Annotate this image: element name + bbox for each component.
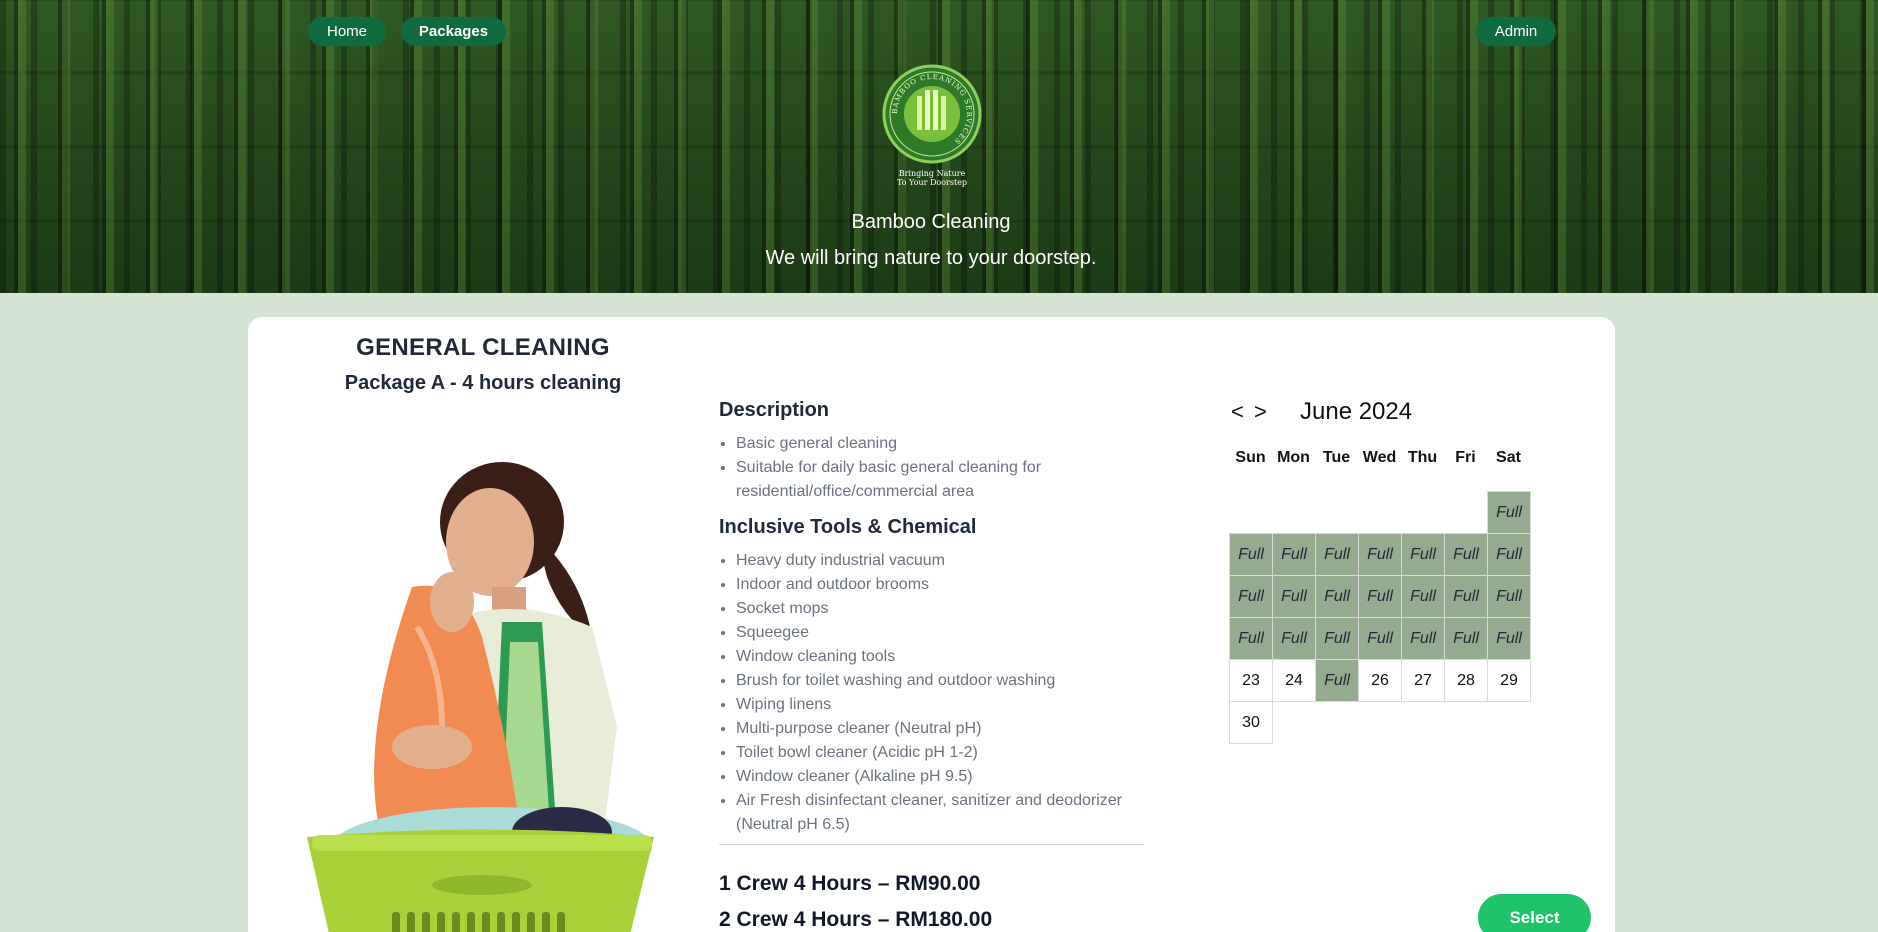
- list-item: Socket mops: [736, 597, 1146, 621]
- calendar-day-full: Full: [1315, 533, 1359, 576]
- logo-tagline-2: To Your Doorstep: [897, 178, 967, 187]
- list-item: Window cleaning tools: [736, 645, 1146, 669]
- calendar-day[interactable]: 24: [1272, 659, 1316, 702]
- calendar-day[interactable]: 27: [1401, 659, 1445, 702]
- calendar-day-full: Full: [1358, 617, 1402, 660]
- calendar-day-full: Full: [1487, 491, 1531, 534]
- list-item: Toilet bowl cleaner (Acidic pH 1-2): [736, 741, 1146, 765]
- list-item: Suitable for daily basic general cleanin…: [736, 456, 1146, 504]
- nav-home-button[interactable]: Home: [308, 17, 386, 46]
- hero-subtitle: We will bring nature to your doorstep.: [765, 247, 1097, 269]
- calendar-day-full: Full: [1401, 617, 1445, 660]
- calendar-day-full: Full: [1487, 617, 1531, 660]
- calendar-day-full: Full: [1315, 659, 1359, 702]
- calendar-day-full: Full: [1272, 617, 1316, 660]
- calendar-day[interactable]: 29: [1487, 659, 1531, 702]
- weekday-label: Mon: [1277, 449, 1310, 466]
- price-option-1: 1 Crew 4 Hours – RM90.00: [719, 872, 981, 895]
- calendar-day[interactable]: 23: [1229, 659, 1273, 702]
- calendar-day[interactable]: 26: [1358, 659, 1402, 702]
- calendar-empty-cell: [1272, 491, 1316, 534]
- list-item: Multi-purpose cleaner (Neutral pH): [736, 717, 1146, 741]
- select-button[interactable]: Select: [1478, 894, 1591, 932]
- calendar-day-full: Full: [1444, 575, 1488, 618]
- calendar-day-full: Full: [1358, 575, 1402, 618]
- nav-packages-button[interactable]: Packages: [401, 17, 506, 46]
- calendar-day-full: Full: [1229, 617, 1273, 660]
- calendar-prev-button[interactable]: <: [1231, 399, 1244, 424]
- tools-heading: Inclusive Tools & Chemical: [719, 516, 977, 538]
- calendar-day-full: Full: [1444, 617, 1488, 660]
- nav-admin-button[interactable]: Admin: [1476, 17, 1556, 46]
- calendar-next-button[interactable]: >: [1254, 399, 1267, 424]
- list-item: Indoor and outdoor brooms: [736, 573, 1146, 597]
- logo-tagline-1: Bringing Nature: [899, 169, 966, 178]
- price-option-2: 2 Crew 4 Hours – RM180.00: [719, 908, 993, 931]
- weekday-label: Thu: [1407, 449, 1438, 466]
- list-item: Heavy duty industrial vacuum: [736, 549, 1146, 573]
- hero-title: Bamboo Cleaning: [851, 211, 1011, 233]
- list-item: Air Fresh disinfectant cleaner, sanitize…: [736, 789, 1146, 837]
- calendar-day-full: Full: [1229, 533, 1273, 576]
- calendar-day-full: Full: [1487, 575, 1531, 618]
- package-subtitle: Package A - 4 hours cleaning: [344, 372, 622, 394]
- calendar-empty-cell: [1358, 491, 1402, 534]
- calendar-day-full: Full: [1401, 533, 1445, 576]
- list-item: Brush for toilet washing and outdoor was…: [736, 669, 1146, 693]
- calendar-grid: Sun Mon Tue Wed Thu Fri Sat Full Full Full…: [1229, 449, 1531, 744]
- description-list: Basic general cleaning Suitable for dail…: [736, 432, 1146, 504]
- cleaning-lady-photo: [307, 462, 654, 932]
- package-card: GENERAL CLEANING Package A - 4 hours cle…: [248, 317, 1615, 932]
- calendar-day-full: Full: [1487, 533, 1531, 576]
- weekday-label: Fri: [1455, 449, 1476, 466]
- calendar-day[interactable]: 28: [1444, 659, 1488, 702]
- section-divider: [719, 844, 1144, 845]
- hero-banner: Home Packages Admin BAMBOO CLEANING SERV…: [0, 0, 1878, 293]
- calendar-day-full: Full: [1401, 575, 1445, 618]
- weekday-label: Sat: [1496, 449, 1521, 466]
- tools-list: Heavy duty industrial vacuum Indoor and …: [736, 549, 1146, 837]
- list-item: Basic general cleaning: [736, 432, 1146, 456]
- calendar-day-full: Full: [1229, 575, 1273, 618]
- list-item: Squeegee: [736, 621, 1146, 645]
- calendar-day-full: Full: [1272, 575, 1316, 618]
- description-heading: Description: [719, 399, 830, 421]
- weekday-label: Tue: [1322, 449, 1351, 466]
- list-item: Window cleaner (Alkaline pH 9.5): [736, 765, 1146, 789]
- calendar-day[interactable]: 30: [1229, 701, 1273, 744]
- calendar-day-full: Full: [1444, 533, 1488, 576]
- calendar-empty-cell: [1315, 491, 1359, 534]
- calendar-empty-cell: [1401, 491, 1445, 534]
- calendar-day-full: Full: [1272, 533, 1316, 576]
- package-title: GENERAL CLEANING: [356, 334, 610, 361]
- weekday-label: Sun: [1235, 449, 1266, 466]
- calendar-month-label: June 2024: [1300, 398, 1413, 425]
- calendar-day-full: Full: [1315, 617, 1359, 660]
- calendar-day-full: Full: [1315, 575, 1359, 618]
- list-item: Wiping linens: [736, 693, 1146, 717]
- calendar-nav: < >: [1231, 399, 1271, 425]
- calendar-empty-cell: [1444, 491, 1488, 534]
- bamboo-cleaning-logo: BAMBOO CLEANING SERVICES Bringing Nature…: [882, 64, 982, 187]
- calendar-empty-cell: [1229, 491, 1273, 534]
- calendar-day-full: Full: [1358, 533, 1402, 576]
- weekday-label: Wed: [1362, 449, 1397, 466]
